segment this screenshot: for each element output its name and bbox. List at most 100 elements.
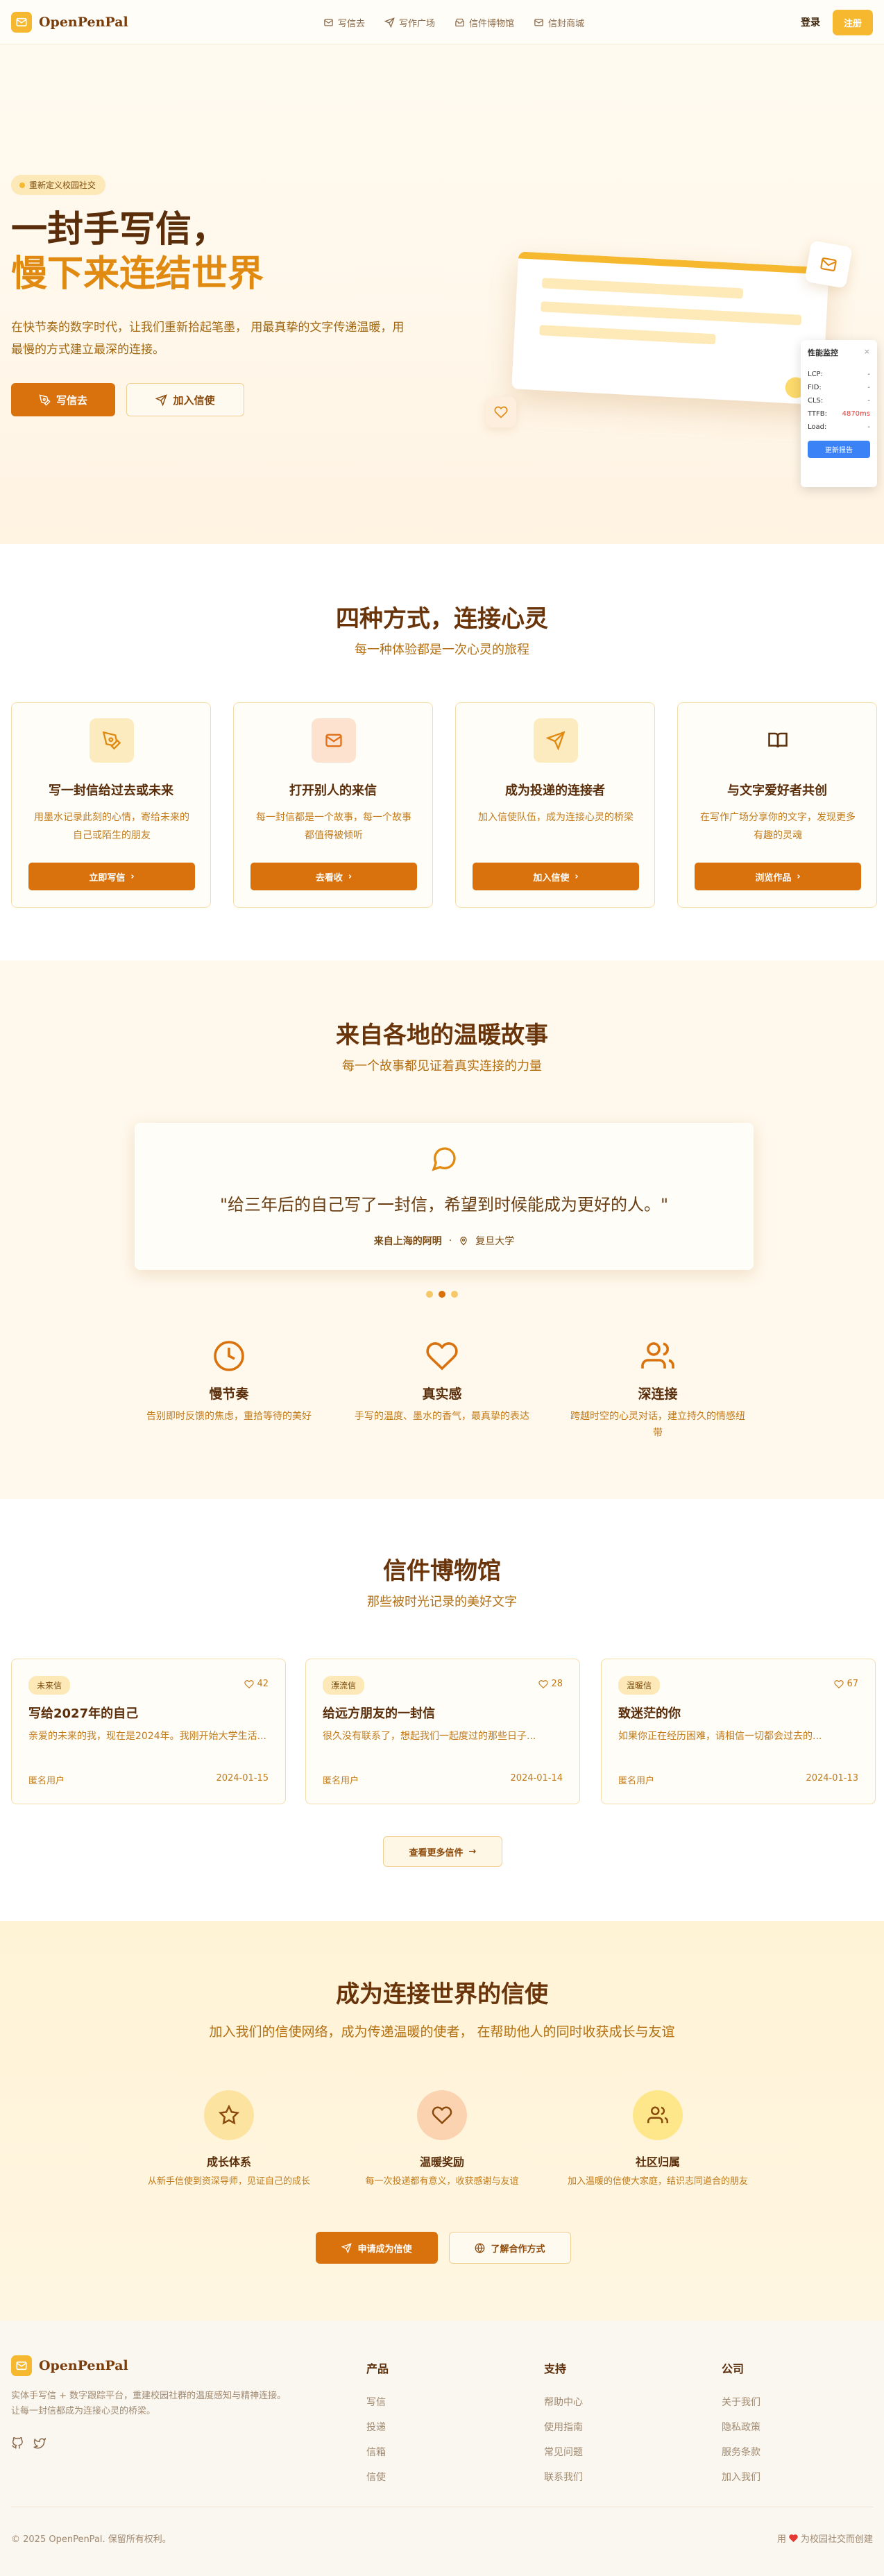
benefit-reward: 温暖奖励 每一次投递都有意义，收获感谢与友谊 xyxy=(331,2090,553,2189)
register-button[interactable]: 注册 xyxy=(832,9,873,35)
footer-link[interactable]: 写信 xyxy=(366,2390,389,2415)
letter-card[interactable]: 未来信 42 写给2027年的自己 亲爱的未来的我，现在是2024年。我刚开始大… xyxy=(11,1659,286,1804)
letter-likes[interactable]: 67 xyxy=(834,1679,858,1689)
login-link[interactable]: 登录 xyxy=(801,15,820,29)
view-more-letters-button[interactable]: 查看更多信件 → xyxy=(383,1836,502,1867)
messenger-section: 成为连接世界的信使 加入我们的信使网络，成为传递温暖的使者， 在帮助他人的同时收… xyxy=(0,1921,884,2321)
footer-link[interactable]: 投递 xyxy=(366,2415,389,2440)
footer-col-support: 支持 帮助中心 使用指南 常见问题 联系我们 xyxy=(544,2359,583,2490)
letter-card[interactable]: 温暖信 67 致迷茫的你 如果你正在经历困难，请相信一切都会过去的... 匿名用… xyxy=(601,1659,876,1804)
nav-link-museum[interactable]: 信件博物馆 xyxy=(454,16,514,29)
feature-button-create[interactable]: 浏览作品 › xyxy=(695,863,861,890)
nav-link-label: 写作广场 xyxy=(399,18,436,29)
feature-desc: 用墨水记录此刻的心情，寄给未来的自己或陌生的朋友 xyxy=(34,812,189,841)
footer-heading: 公司 xyxy=(722,2362,745,2375)
benefit-desc: 每一次投递都有意义，收获感谢与友谊 xyxy=(365,2176,519,2187)
nav-link-plaza[interactable]: 写作广场 xyxy=(384,16,435,29)
feature-button-label: 加入信使 xyxy=(533,872,570,883)
apply-messenger-button[interactable]: 申请成为信使 xyxy=(316,2232,438,2264)
carousel-dot[interactable] xyxy=(451,1291,458,1298)
write-letter-button[interactable]: 写信去 xyxy=(11,383,115,416)
value-title: 慢节奏 xyxy=(209,1387,249,1402)
value-real: 真实感 手写的温度、墨水的香气，最真挚的表达 xyxy=(352,1338,532,1425)
letter-tag: 未来信 xyxy=(28,1676,71,1695)
features-subtitle: 每一种体验都是一次心灵的旅程 xyxy=(355,643,529,657)
feature-button-deliver[interactable]: 加入信使 › xyxy=(473,863,639,890)
perf-row: TTFB: 4870ms xyxy=(808,407,870,421)
heart-icon xyxy=(352,1338,532,1374)
benefit-title: 成长体系 xyxy=(206,2155,251,2169)
footer-link[interactable]: 隐私政策 xyxy=(722,2415,760,2440)
museum-title: 信件博物馆 xyxy=(383,1557,501,1585)
chevron-right-icon: › xyxy=(130,871,135,882)
floating-mail-icon xyxy=(804,240,853,289)
heart-icon xyxy=(834,1679,844,1688)
book-icon xyxy=(756,718,800,763)
nav-link-write[interactable]: 写信去 xyxy=(323,16,365,29)
footer-link[interactable]: 常见问题 xyxy=(544,2440,583,2465)
cooperation-button[interactable]: 了解合作方式 xyxy=(449,2232,571,2264)
letter-title: 给远方朋友的一封信 xyxy=(323,1706,435,1721)
feature-button-write[interactable]: 立即写信 › xyxy=(28,863,195,890)
logo-mail-icon xyxy=(11,2355,32,2376)
footer-link[interactable]: 信使 xyxy=(366,2465,389,2490)
pen-icon xyxy=(39,393,51,406)
heart-icon xyxy=(244,1679,255,1688)
messenger-title: 成为连接世界的信使 xyxy=(336,1981,548,2008)
hero-badge-text: 重新定义校园社交 xyxy=(29,180,96,190)
footer-link[interactable]: 关于我们 xyxy=(722,2390,760,2415)
separator-dot: · xyxy=(448,1235,452,1246)
value-deep: 深连接 跨越时空的心灵对话，建立持久的情感纽带 xyxy=(568,1338,748,1441)
feature-desc: 每一封信都是一个故事，每一个故事都值得被倾听 xyxy=(256,812,411,841)
footer-link[interactable]: 帮助中心 xyxy=(544,2390,583,2415)
footer-link[interactable]: 加入我们 xyxy=(722,2465,760,2490)
museum-section: 信件博物馆 那些被时光记录的美好文字 未来信 42 写给2027年的自己 亲爱的… xyxy=(0,1499,884,1921)
perf-label: FID: xyxy=(808,384,822,391)
chevron-right-icon: › xyxy=(797,871,801,882)
footer-link[interactable]: 服务条款 xyxy=(722,2440,760,2465)
footer-link[interactable]: 使用指南 xyxy=(544,2415,583,2440)
letter-card[interactable]: 漂流信 28 给远方朋友的一封信 很久没有联系了，想起我们一起度过的那些日子..… xyxy=(305,1659,580,1804)
benefit-desc: 加入温暖的信使大家庭，结识志同道合的朋友 xyxy=(567,2176,748,2187)
perf-row: FID: - xyxy=(808,381,870,394)
letter-excerpt: 亲爱的未来的我，现在是2024年。我刚开始大学生活... xyxy=(28,1731,266,1742)
join-messenger-button[interactable]: 加入信使 xyxy=(126,383,244,416)
footer-link[interactable]: 信箱 xyxy=(366,2440,389,2465)
story-location: 复旦大学 xyxy=(475,1236,515,1247)
letter-date: 2024-01-14 xyxy=(510,1773,563,1783)
story-card: "给三年后的自己写了一封信，希望到时候能成为更好的人。" 来自上海的阿明 · 复… xyxy=(135,1123,754,1270)
feature-desc: 在写作广场分享你的文字，发现更多有趣的灵魂 xyxy=(700,812,856,841)
footer-made-with: 用 为校园社交而创建 xyxy=(777,2532,873,2545)
update-report-button[interactable]: 更新报告 xyxy=(808,441,870,458)
letter-likes[interactable]: 42 xyxy=(244,1679,269,1689)
feature-card-deliver: 成为投递的连接者 加入信使队伍，成为连接心灵的桥梁 加入信使 › xyxy=(455,702,655,908)
github-icon[interactable] xyxy=(11,2437,24,2450)
twitter-icon[interactable] xyxy=(33,2437,46,2450)
footer-brand-name: OpenPenPal xyxy=(39,2358,128,2373)
feature-button-read[interactable]: 去看收 › xyxy=(250,863,417,890)
perf-monitor-panel: 性能监控 × LCP: - FID: - CLS: - TTFB: 4870ms Loa… xyxy=(801,340,877,487)
letter-likes-count: 42 xyxy=(257,1679,269,1689)
send-icon xyxy=(341,2242,352,2253)
send-icon xyxy=(534,718,578,763)
carousel-dot[interactable] xyxy=(426,1291,433,1298)
hero-subtitle: 在快节奏的数字时代，让我们重新拾起笔墨， 用最真挚的文字传递温暖，用最慢的方式建… xyxy=(11,321,405,357)
letter-line xyxy=(540,301,802,325)
carousel-dot-active[interactable] xyxy=(439,1291,445,1298)
hero-section: 重新定义校园社交 一封手写信， 慢下来连结世界 在快节奏的数字时代，让我们重新拾… xyxy=(0,44,884,544)
letter-line xyxy=(539,325,716,345)
stories-title: 来自各地的温暖故事 xyxy=(336,1022,548,1049)
letter-excerpt: 如果你正在经历困难，请相信一切都会过去的... xyxy=(618,1731,822,1742)
map-pin-icon xyxy=(460,1237,467,1246)
perf-label: Load: xyxy=(808,423,827,431)
features-title: 四种方式，连接心灵 xyxy=(336,605,548,633)
close-icon[interactable]: × xyxy=(864,347,870,358)
letter-likes[interactable]: 28 xyxy=(538,1679,563,1689)
feature-card-read: 打开别人的来信 每一封信都是一个故事，每一个故事都值得被倾听 去看收 › xyxy=(233,702,433,908)
feature-title: 打开别人的来信 xyxy=(289,783,377,798)
footer-link[interactable]: 联系我们 xyxy=(544,2465,583,2490)
brand-logo[interactable]: OpenPenPal xyxy=(11,11,128,33)
value-slow: 慢节奏 告别即时反馈的焦虑，重拾等待的美好 xyxy=(139,1338,319,1425)
nav-link-shop[interactable]: 信封商城 xyxy=(534,16,584,29)
footer-logo[interactable]: OpenPenPal xyxy=(11,2355,128,2376)
